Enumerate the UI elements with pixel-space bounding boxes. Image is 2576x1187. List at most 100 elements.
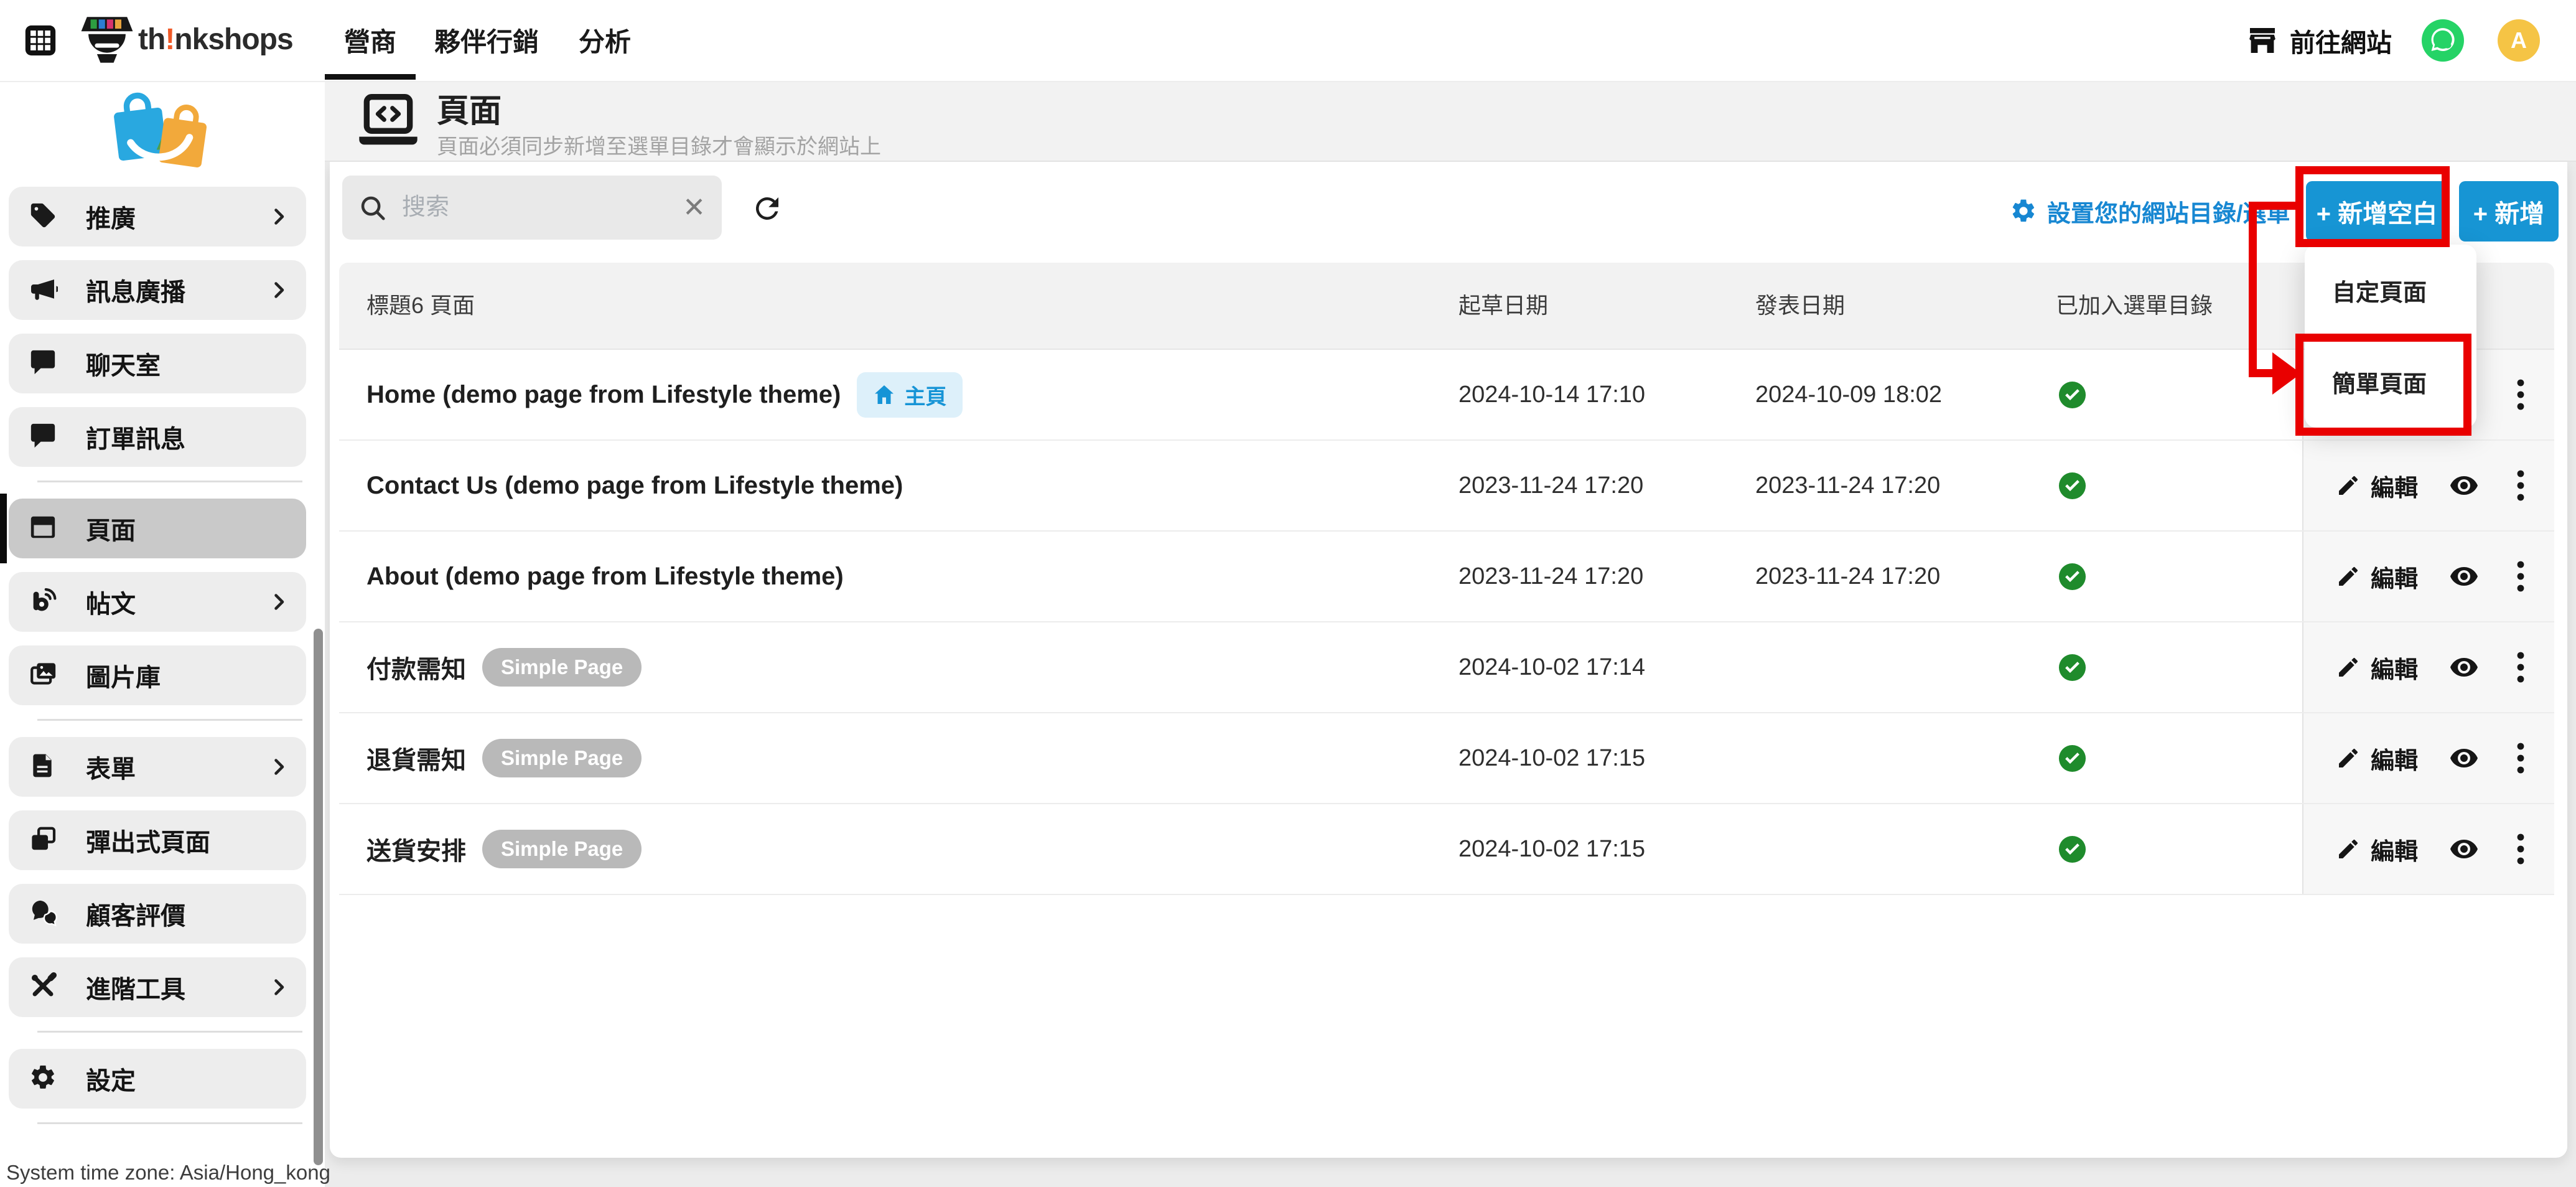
- row-menu-button[interactable]: [2516, 833, 2525, 865]
- publish-date: 2023-11-24 17:20: [1755, 441, 1940, 530]
- sidebar-item-7[interactable]: 表單: [9, 737, 306, 797]
- sidebar-item-label: 訂單訊息: [86, 419, 290, 455]
- draft-date: 2024-10-02 17:14: [1458, 622, 1645, 712]
- house-icon: [873, 384, 895, 405]
- sidebar-item-2[interactable]: 聊天室: [9, 334, 306, 393]
- sidebar-item-1[interactable]: 訊息廣播: [9, 260, 306, 320]
- page-title: 頁面: [437, 85, 502, 131]
- sidebar: 推廣 訊息廣播 聊天室 訂單訊息 頁面 帖文 圖片庫 表單 彈出式頁面 顧客評價: [0, 81, 325, 1187]
- in-menu-check-icon: [2058, 380, 2087, 410]
- page-title-cell: About (demo page from Lifestyle theme): [366, 532, 844, 621]
- setup-menu-link[interactable]: 設置您的網站目錄/選單: [2010, 193, 2290, 229]
- tab-analytics[interactable]: 分析: [567, 0, 642, 80]
- sidebar-item-5[interactable]: 帖文: [9, 572, 306, 632]
- chevron-right-icon: [268, 205, 290, 228]
- chat-icon: [29, 348, 60, 379]
- gear-icon: [2010, 197, 2037, 225]
- add-blank-button[interactable]: + 新增空白: [2306, 181, 2448, 242]
- table-body: Home (demo page from Lifestyle theme) 主頁…: [339, 350, 2554, 895]
- menu-item-custom-page[interactable]: 自定頁面: [2305, 245, 2476, 336]
- blog-icon: [29, 586, 60, 617]
- edit-button[interactable]: 編輯: [2336, 741, 2418, 776]
- sidebar-divider: [37, 481, 302, 482]
- sidebar-item-label: 進階工具: [86, 969, 268, 1005]
- simple-page-badge: Simple Page: [482, 830, 642, 868]
- pages-table: 標題6 頁面 起草日期 發表日期 已加入選單目錄 Home (demo page…: [339, 263, 2554, 895]
- table-row: About (demo page from Lifestyle theme) 2…: [339, 532, 2554, 622]
- preview-button[interactable]: [2449, 837, 2479, 861]
- sidebar-item-label: 表單: [86, 749, 268, 785]
- tab-business[interactable]: 營商: [325, 0, 416, 80]
- megaphone-icon: [29, 274, 60, 306]
- thinkshops-logo-icon: [78, 11, 136, 68]
- sidebar-item-0[interactable]: 推廣: [9, 187, 306, 246]
- chat-icon: [29, 421, 60, 453]
- sidebar-item-3[interactable]: 訂單訊息: [9, 407, 306, 467]
- page-name: Home (demo page from Lifestyle theme): [366, 381, 841, 409]
- table-header: 標題6 頁面 起草日期 發表日期 已加入選單目錄: [339, 263, 2554, 350]
- edit-button[interactable]: 編輯: [2336, 650, 2418, 685]
- gear-icon: [29, 1063, 60, 1094]
- draft-date: 2024-10-02 17:15: [1458, 804, 1645, 894]
- table-row: 退貨需知 Simple Page 2024-10-02 17:15 編輯: [339, 713, 2554, 804]
- page-icon: [29, 513, 60, 544]
- publish-date: 2024-10-09 18:02: [1755, 350, 1942, 439]
- search-box: ✕: [342, 176, 722, 240]
- go-to-website-link[interactable]: 前往網站: [2247, 0, 2392, 81]
- apps-grid-icon[interactable]: [22, 22, 58, 59]
- draft-date: 2023-11-24 17:20: [1458, 441, 1643, 530]
- edit-button[interactable]: 編輯: [2336, 560, 2418, 594]
- sidebar-item-6[interactable]: 圖片庫: [9, 645, 306, 705]
- tag-icon: [29, 201, 60, 232]
- row-actions: 編輯: [2302, 532, 2554, 621]
- sidebar-item-4[interactable]: 頁面: [9, 499, 306, 558]
- pages-section-icon: [357, 92, 419, 148]
- sidebar-item-label: 彈出式頁面: [86, 822, 290, 858]
- sidebar-scrollbar[interactable]: [314, 629, 323, 1165]
- table-row: 送貨安排 Simple Page 2024-10-02 17:15 編輯: [339, 804, 2554, 895]
- sidebar-item-8[interactable]: 彈出式頁面: [9, 810, 306, 870]
- page-name: 退貨需知: [366, 740, 466, 776]
- menu-item-simple-page[interactable]: 簡單頁面: [2305, 336, 2476, 428]
- search-input[interactable]: [401, 194, 683, 222]
- clear-search-icon[interactable]: ✕: [683, 194, 706, 222]
- page-title-cell: 送貨安排 Simple Page: [366, 804, 642, 894]
- in-menu-check-icon: [2058, 744, 2087, 773]
- in-menu-check-icon: [2058, 562, 2087, 591]
- tab-affiliate-marketing[interactable]: 夥伴行銷: [421, 0, 553, 80]
- sidebar-item-9[interactable]: 顧客評價: [9, 884, 306, 944]
- chevron-right-icon: [268, 279, 290, 301]
- preview-button[interactable]: [2449, 564, 2479, 589]
- preview-button[interactable]: [2449, 746, 2479, 771]
- whatsapp-icon[interactable]: [2422, 19, 2464, 62]
- chevron-right-icon: [268, 756, 290, 778]
- popup-icon: [29, 825, 60, 856]
- row-menu-button[interactable]: [2516, 378, 2525, 411]
- user-avatar[interactable]: A: [2498, 19, 2540, 62]
- sidebar-item-11[interactable]: 設定: [9, 1049, 306, 1109]
- sidebar-divider: [37, 1031, 302, 1033]
- publish-date: 2023-11-24 17:20: [1755, 532, 1940, 621]
- storefront-icon: [2247, 27, 2277, 54]
- header-draft-date: 起草日期: [1458, 263, 1548, 349]
- row-menu-button[interactable]: [2516, 469, 2525, 502]
- in-menu-check-icon: [2058, 835, 2087, 864]
- row-actions: 編輯: [2302, 804, 2554, 894]
- edit-button[interactable]: 編輯: [2336, 469, 2418, 503]
- edit-button[interactable]: 編輯: [2336, 832, 2418, 866]
- row-menu-button[interactable]: [2516, 742, 2525, 774]
- row-menu-button[interactable]: [2516, 651, 2525, 683]
- simple-page-badge: Simple Page: [482, 648, 642, 687]
- refresh-icon[interactable]: [750, 192, 784, 225]
- page-name: 送貨安排: [366, 831, 466, 867]
- content-card: ✕ 設置您的網站目錄/選單 + 新增空白 + 新增 標題6 頁面 起草日期 發表…: [330, 162, 2567, 1158]
- page-header: 頁面 頁面必須同步新增至選單目錄才會顯示於網站上: [325, 81, 2576, 162]
- preview-button[interactable]: [2449, 655, 2479, 680]
- brand-name: th!nkshops: [138, 22, 293, 57]
- sidebar-item-10[interactable]: 進階工具: [9, 957, 306, 1017]
- sidebar-divider: [37, 719, 302, 721]
- add-button[interactable]: + 新增: [2459, 181, 2559, 242]
- preview-button[interactable]: [2449, 473, 2479, 498]
- row-menu-button[interactable]: [2516, 560, 2525, 593]
- page-title-cell: 付款需知 Simple Page: [366, 622, 642, 712]
